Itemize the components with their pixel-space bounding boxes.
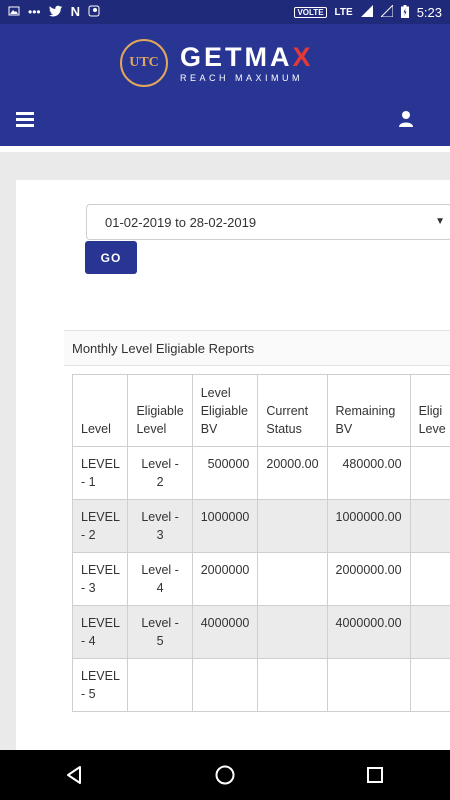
table-cell (257, 499, 328, 553)
table-cell: LEVEL - 1 (71, 446, 129, 500)
report-title: Monthly Level Eligiable Reports (64, 330, 450, 366)
report-table: Level Eligiable Level Level Eligiable BV… (71, 374, 450, 712)
signal-icon (360, 5, 373, 19)
table-row: LEVEL - 5 (71, 658, 450, 712)
table-cell (409, 658, 450, 712)
column-header-eligi-leve: Eligi Leve (409, 374, 450, 447)
date-range-value: 01-02-2019 to 28-02-2019 (105, 214, 257, 230)
volte-indicator: VOLTE (294, 6, 327, 18)
table-row: LEVEL - 2 Level - 3 1000000 1000000.00 (71, 499, 450, 553)
home-icon[interactable] (213, 763, 237, 787)
column-header-level-eligiable-bv: Level Eligiable BV (191, 374, 259, 447)
table-cell: Level - 5 (127, 605, 193, 659)
table-cell (257, 605, 328, 659)
maps-icon (88, 5, 100, 19)
table-cell (191, 658, 259, 712)
table-cell: LEVEL - 5 (71, 658, 129, 712)
table-cell (257, 658, 328, 712)
recents-icon[interactable] (363, 763, 387, 787)
column-header-remaining-bv: Remaining BV (326, 374, 411, 447)
user-icon[interactable] (397, 110, 415, 128)
date-range-select[interactable]: 01-02-2019 to 28-02-2019 ▼ (86, 204, 450, 240)
system-nav-bar (0, 750, 450, 800)
table-cell: 2000000 (191, 552, 259, 606)
twitter-icon (48, 5, 63, 19)
table-cell: 4000000.00 (326, 605, 411, 659)
hamburger-icon[interactable] (16, 112, 34, 127)
table-cell: 20000.00 (257, 446, 328, 500)
table-cell (409, 605, 450, 659)
image-notification-icon (8, 5, 20, 19)
column-header-eligiable-level: Eligiable Level (127, 374, 193, 447)
table-cell: Level - 2 (127, 446, 193, 500)
table-cell: 4000000 (191, 605, 259, 659)
report-panel: Monthly Level Eligiable Reports Level El… (64, 330, 450, 750)
logo-title: GETMAX (180, 43, 314, 71)
battery-icon (400, 4, 409, 20)
table-cell (326, 658, 411, 712)
n-app-icon: N (70, 4, 80, 19)
dots-notification-icon: ••• (28, 5, 41, 19)
table-row: LEVEL - 4 Level - 5 4000000 4000000.00 (71, 605, 450, 659)
table-cell: LEVEL - 3 (71, 552, 129, 606)
table-cell: 480000.00 (326, 446, 411, 500)
network-type: LTE (334, 6, 353, 18)
table-row: LEVEL - 3 Level - 4 2000000 2000000.00 (71, 552, 450, 606)
app-header: UTC GETMAX REACH MAXIMUM (0, 24, 450, 146)
table-cell (409, 499, 450, 553)
table-cell (409, 446, 450, 500)
logo-title-x: X (292, 42, 314, 72)
column-header-current-status: Current Status (257, 374, 328, 447)
back-icon[interactable] (63, 763, 87, 787)
table-cell: 500000 (191, 446, 259, 500)
table-cell: Level - 3 (127, 499, 193, 553)
logo-tagline: REACH MAXIMUM (180, 73, 304, 83)
logo-badge: UTC (120, 39, 168, 87)
dropdown-caret-icon: ▼ (435, 216, 445, 227)
column-header-level: Level (71, 374, 129, 447)
table-cell: LEVEL - 2 (71, 499, 129, 553)
table-header-row: Level Eligiable Level Level Eligiable BV… (71, 374, 450, 447)
brand-logo: UTC GETMAX REACH MAXIMUM (120, 38, 340, 88)
table-cell: 2000000.00 (326, 552, 411, 606)
status-bar: ••• N VOLTE LTE 5:23 (0, 0, 450, 24)
clock: 5:23 (416, 4, 442, 20)
table-cell: 1000000 (191, 499, 259, 553)
table-cell: LEVEL - 4 (71, 605, 129, 659)
table-cell: 1000000.00 (326, 499, 411, 553)
go-button[interactable]: GO (85, 241, 137, 274)
logo-title-main: GETMA (180, 42, 293, 72)
logo-badge-text: UTC (129, 55, 159, 70)
signal-outline-icon (379, 3, 394, 19)
header-divider (0, 146, 450, 152)
table-row: LEVEL - 1 Level - 2 500000 20000.00 4800… (71, 446, 450, 500)
table-cell (257, 552, 328, 606)
table-cell (127, 658, 193, 712)
table-cell: Level - 4 (127, 552, 193, 606)
content-card: 01-02-2019 to 28-02-2019 ▼ GO Monthly Le… (16, 180, 450, 750)
table-cell (409, 552, 450, 606)
